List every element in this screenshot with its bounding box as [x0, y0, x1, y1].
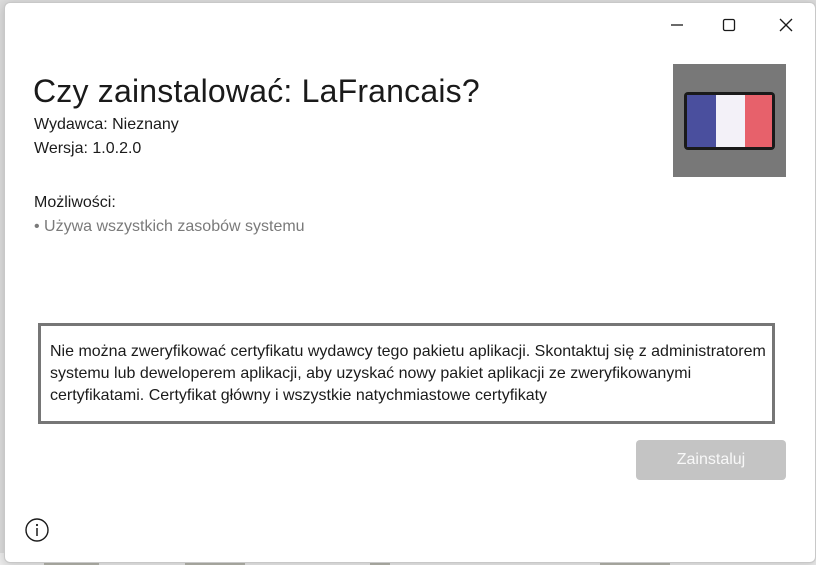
french-flag-logo — [684, 92, 775, 150]
info-icon — [25, 518, 49, 542]
publisher-label: Wydawca: Nieznany — [34, 116, 179, 133]
certificate-warning-box[interactable]: Nie można zweryfikować certyfikatu wydaw… — [38, 323, 775, 424]
minimize-icon — [671, 24, 683, 26]
install-button[interactable]: Zainstaluj — [636, 440, 786, 480]
info-button[interactable] — [24, 517, 50, 543]
minimize-button[interactable] — [651, 7, 703, 43]
app-logo — [673, 64, 786, 177]
capability-item: • Używa wszystkich zasobów systemu — [34, 218, 305, 235]
version-label: Wersja: 1.0.2.0 — [34, 140, 142, 157]
maximize-icon — [722, 18, 736, 32]
maximize-button[interactable] — [703, 7, 755, 43]
install-button-label: Zainstaluj — [676, 451, 746, 468]
certificate-warning-text: Nie można zweryfikować certyfikatu wydaw… — [50, 343, 766, 404]
close-button[interactable] — [760, 7, 812, 43]
installer-title: Czy zainstalować: LaFrancais? — [33, 73, 480, 109]
app-installer-dialog: Czy zainstalować: LaFrancais? Wydawca: N… — [4, 2, 816, 563]
close-icon — [779, 18, 793, 32]
capabilities-heading: Możliwości: — [34, 194, 116, 211]
